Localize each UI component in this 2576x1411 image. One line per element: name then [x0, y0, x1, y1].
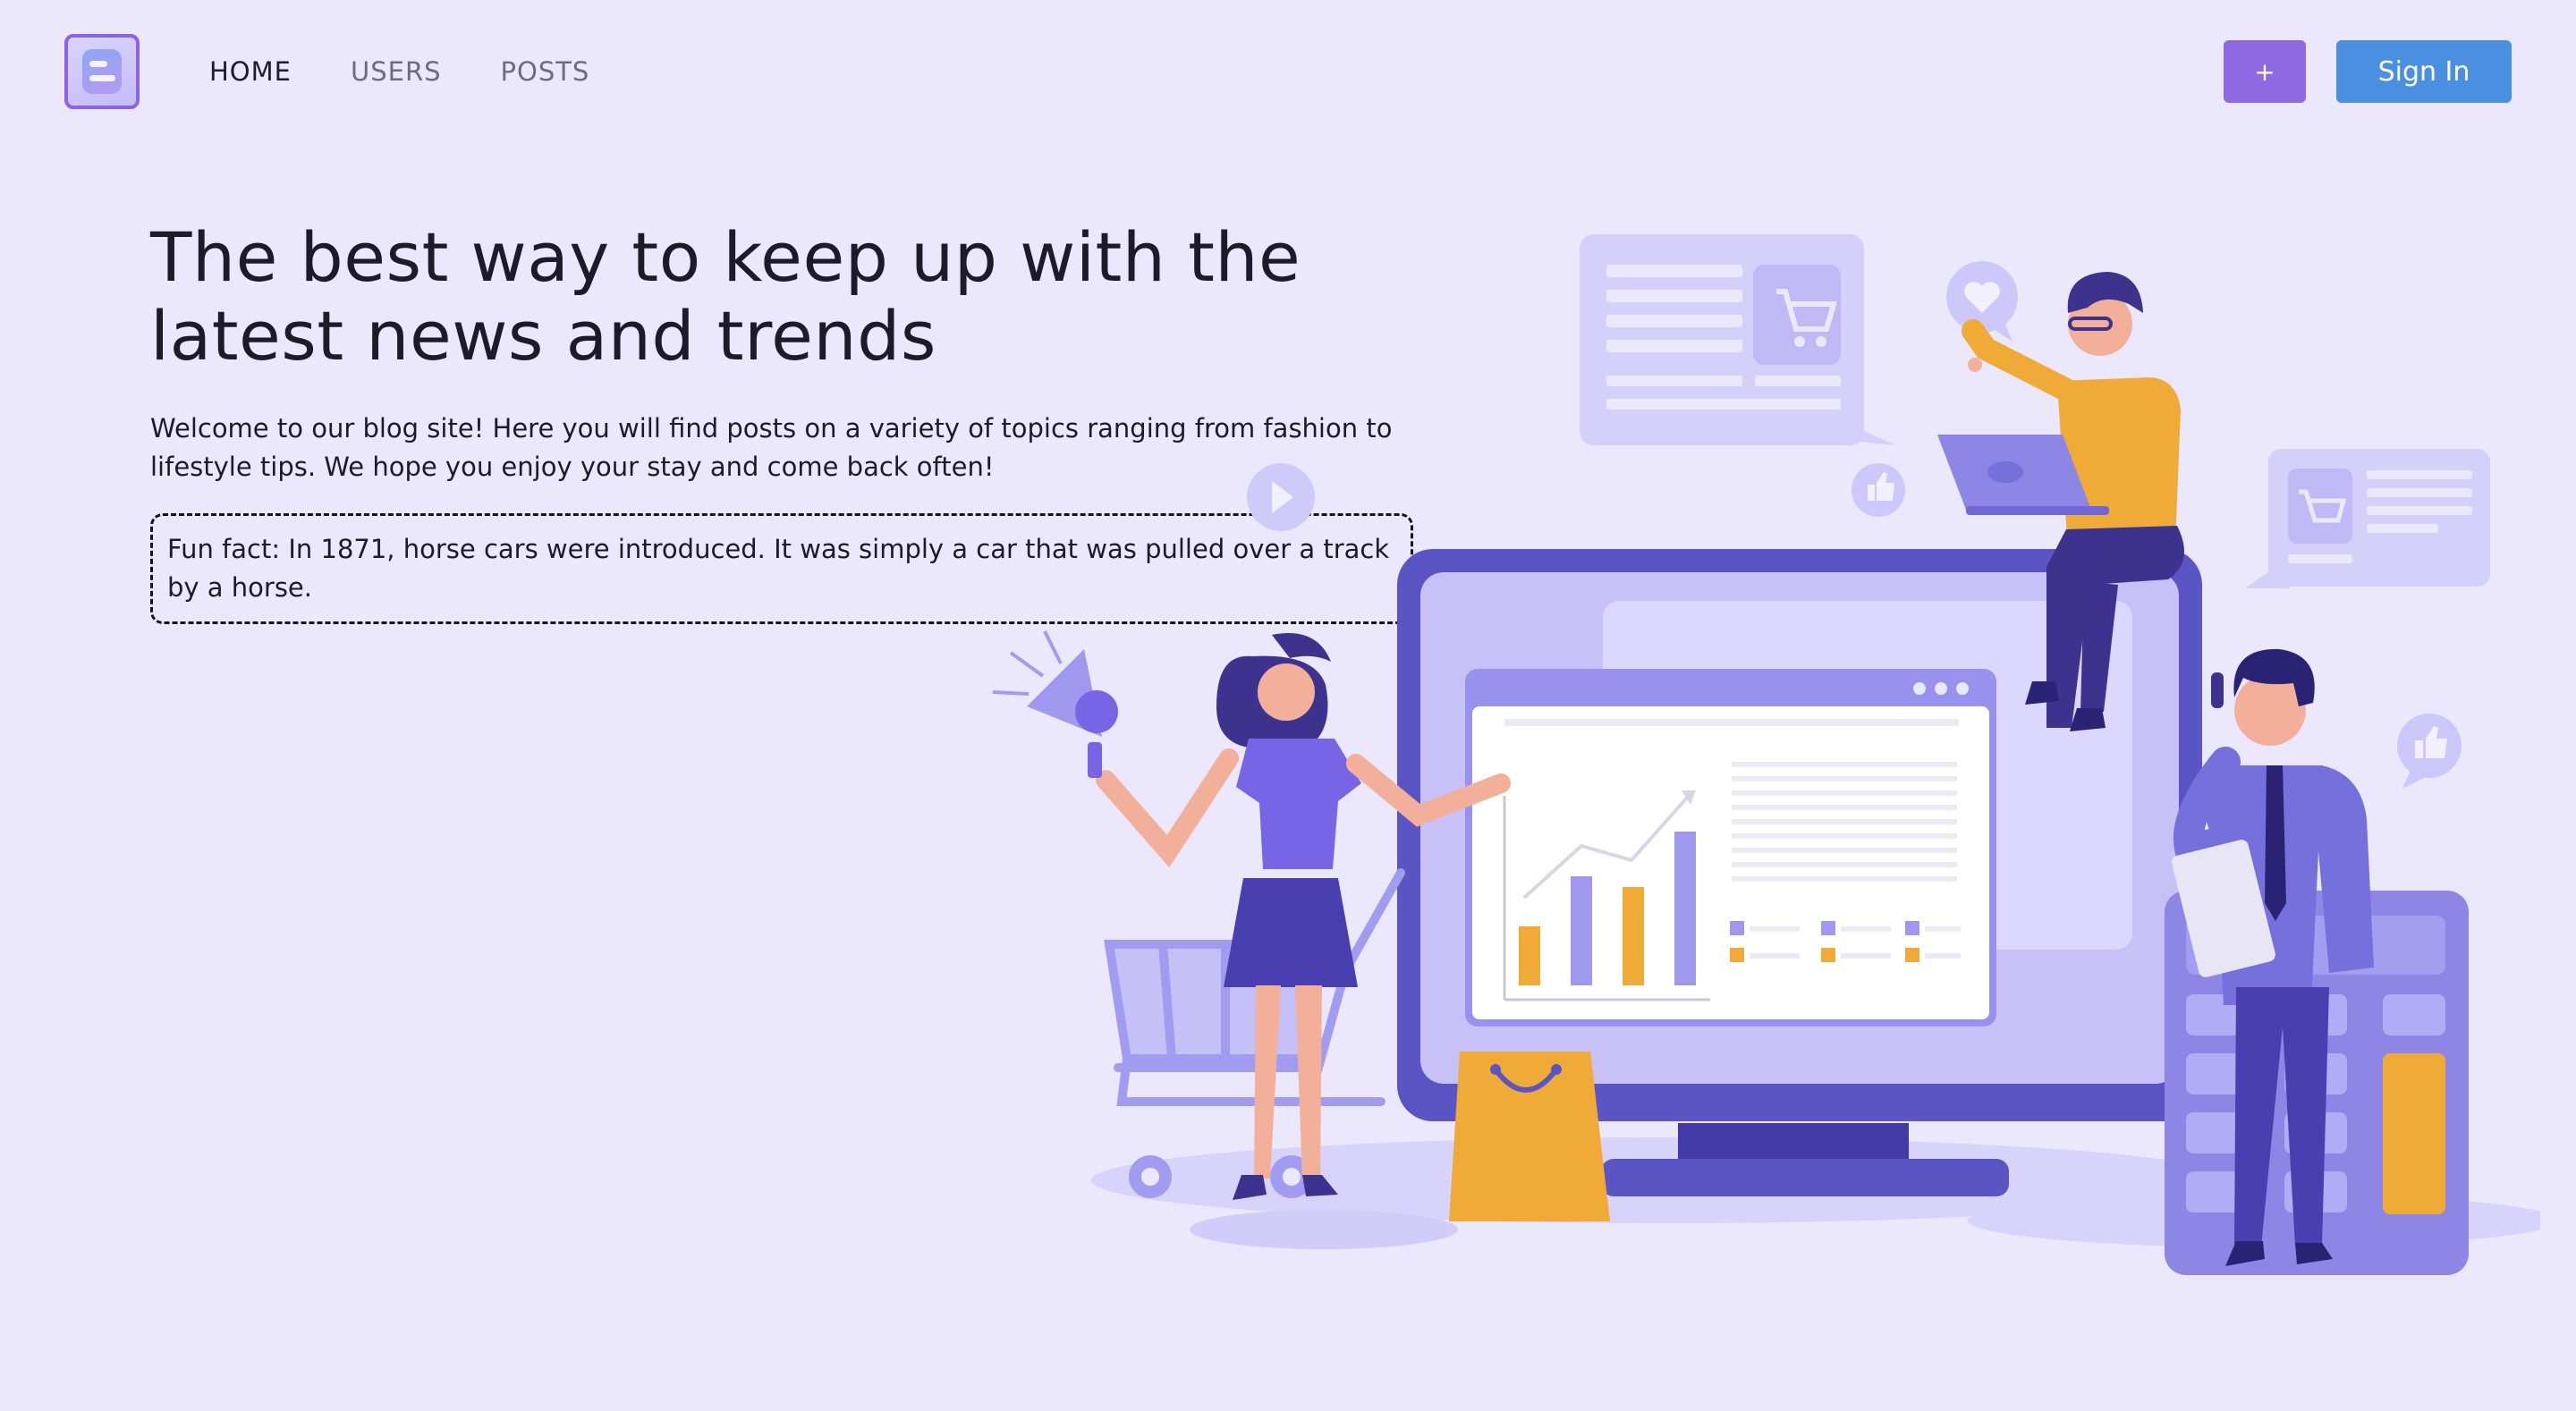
nav-link-posts[interactable]: POSTS [501, 56, 590, 87]
sign-in-button[interactable]: Sign In [2336, 40, 2512, 103]
navbar: HOME USERS POSTS + Sign In [0, 0, 2576, 143]
thumbs-up-bubble-right-icon [2397, 714, 2462, 789]
floor-shadow-left [1190, 1210, 1458, 1249]
play-bubble-icon [1247, 463, 1315, 531]
shopping-bag-icon [1449, 1052, 1610, 1221]
blogger-logo-mark [82, 49, 122, 94]
hero-illustration [992, 234, 2540, 1275]
nav-link-users[interactable]: USERS [351, 56, 442, 87]
page: HOME USERS POSTS + Sign In The best way … [0, 0, 2576, 1411]
nav-link-home[interactable]: HOME [209, 56, 292, 87]
add-post-button[interactable]: + [2224, 40, 2306, 103]
nav-links: HOME USERS POSTS [209, 56, 589, 87]
cart-card-icon [2245, 449, 2490, 588]
nav-actions: + Sign In [2224, 40, 2512, 103]
ad-card-icon [1580, 234, 1896, 445]
logo-icon[interactable] [64, 34, 140, 109]
thumbs-up-bubble-icon [1852, 463, 1905, 517]
